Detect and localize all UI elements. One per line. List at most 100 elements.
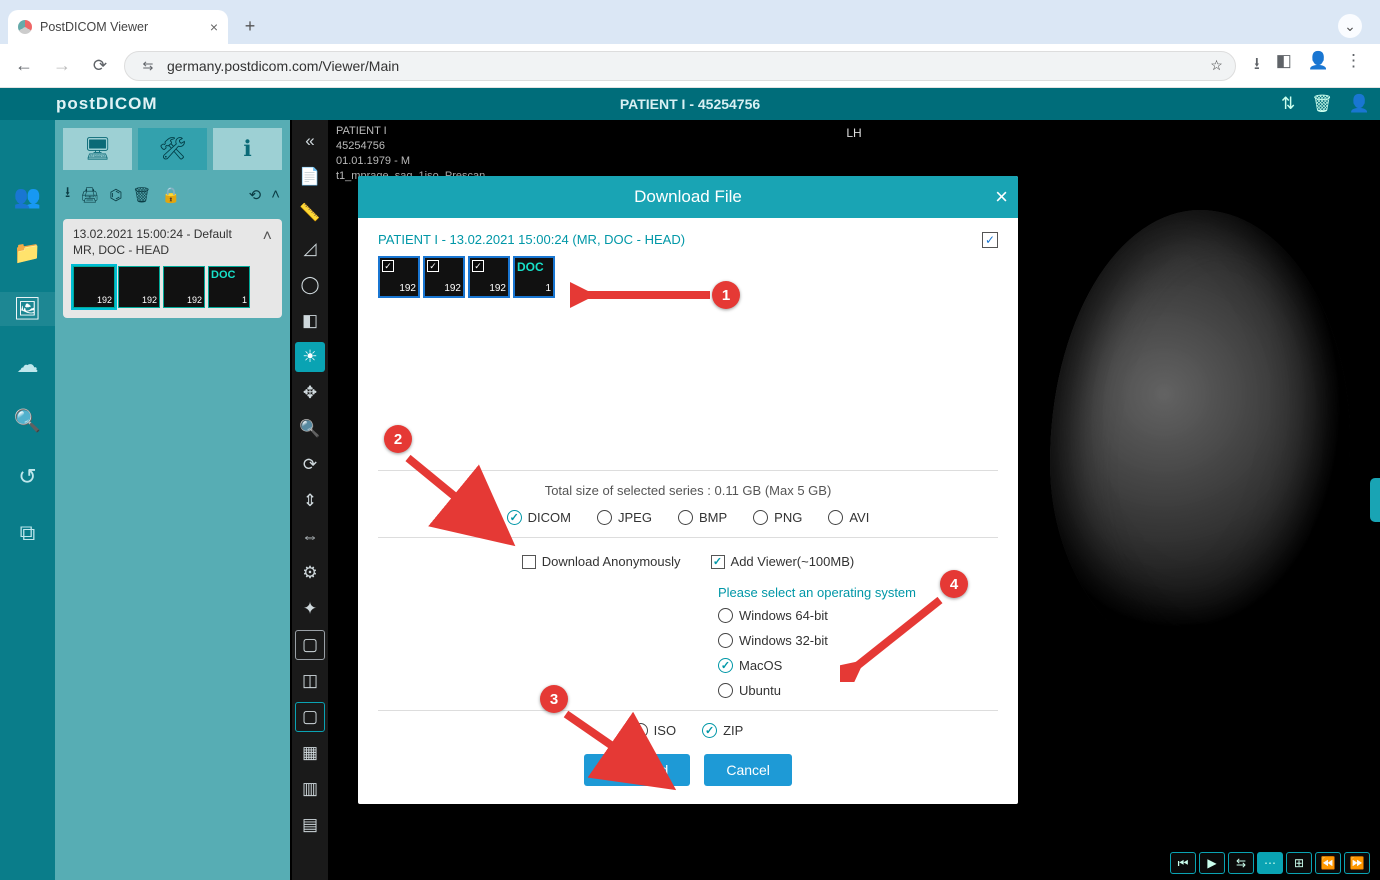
- format-avi[interactable]: AVI: [828, 510, 869, 525]
- series-thumb-4[interactable]: DOC1: [208, 266, 250, 308]
- tool-ellipse-icon[interactable]: ◯: [295, 270, 325, 300]
- format-bmp[interactable]: BMP: [678, 510, 727, 525]
- tool-collapse-icon[interactable]: «: [295, 126, 325, 156]
- series-thumb-2[interactable]: 192: [118, 266, 160, 308]
- browser-address-bar: ← → ⟳ ⇆ germany.postdicom.com/Viewer/Mai…: [0, 44, 1380, 88]
- radio-icon: [718, 658, 733, 673]
- browser-tab-strip: PostDICOM Viewer × + ⌄: [0, 0, 1380, 44]
- layout-cols-icon[interactable]: ▥: [295, 774, 325, 804]
- modal-thumb-3[interactable]: ✓192: [468, 256, 510, 298]
- rail-copy-icon[interactable]: ⧉: [0, 516, 55, 550]
- series-card[interactable]: 13.02.2021 15:00:24 - Default MR, DOC - …: [63, 219, 282, 318]
- series-tab-tools[interactable]: 🛠: [138, 128, 207, 170]
- tab-close-icon[interactable]: ×: [210, 19, 218, 35]
- rail-sync-icon[interactable]: ↺: [0, 460, 55, 494]
- series-tab-viewer[interactable]: 🖥: [63, 128, 132, 170]
- layout-1x2-icon[interactable]: ◫: [295, 666, 325, 696]
- cine-play-icon[interactable]: ▶: [1199, 852, 1225, 874]
- cine-grid-icon[interactable]: ⊞: [1286, 852, 1312, 874]
- downloads-icon[interactable]: ⭳: [1254, 51, 1260, 80]
- cine-more-icon[interactable]: ⋯: [1257, 852, 1283, 874]
- star-icon[interactable]: ☆: [1210, 57, 1223, 74]
- site-info-icon[interactable]: ⇆: [137, 58, 159, 74]
- back-button[interactable]: ←: [10, 55, 38, 76]
- rail-folders-icon[interactable]: 📁: [0, 236, 55, 270]
- add-viewer-checkbox[interactable]: Add Viewer(~100MB): [711, 554, 855, 569]
- annotation-arrow-1: [570, 280, 720, 310]
- delete-icon[interactable]: 🗑: [132, 186, 151, 204]
- tool-eraser-icon[interactable]: ◧: [295, 306, 325, 336]
- tool-brightness-icon[interactable]: ☀: [295, 342, 325, 372]
- cine-next-icon[interactable]: ⏩: [1344, 852, 1370, 874]
- modal-title: Download File: [634, 187, 742, 207]
- divider: [378, 710, 998, 711]
- rail-upload-icon[interactable]: ☁︎: [0, 348, 55, 382]
- checkbox-icon: [711, 555, 725, 569]
- collapse-icon[interactable]: ˄: [271, 186, 280, 203]
- layout-rows-icon[interactable]: ▤: [295, 810, 325, 840]
- cine-prev-icon[interactable]: ⏪: [1315, 852, 1341, 874]
- layout-grid-icon[interactable]: ▦: [295, 738, 325, 768]
- tool-flipv-icon[interactable]: ⇕: [295, 486, 325, 516]
- chevron-up-icon[interactable]: ˄: [263, 227, 272, 248]
- sort-icon[interactable]: ⇅: [1281, 94, 1295, 114]
- url-text: germany.postdicom.com/Viewer/Main: [167, 58, 399, 74]
- app-bar: postDICOM PATIENT I - 45254756 ⇅ 🗑 👤: [0, 88, 1380, 120]
- print-icon[interactable]: 🖨: [80, 186, 99, 204]
- rail-patients-icon[interactable]: 👥: [0, 180, 55, 214]
- archive-radio-group: ISO ZIP: [378, 723, 998, 738]
- user-icon[interactable]: 👤: [1349, 94, 1370, 114]
- modal-thumb-4[interactable]: DOC1: [513, 256, 555, 298]
- check-icon: ✓: [382, 260, 394, 272]
- select-all-checkbox[interactable]: ✓: [982, 232, 998, 248]
- tool-fliph-icon[interactable]: ⇔: [295, 522, 325, 552]
- window-minimize-button[interactable]: ⌄: [1338, 14, 1362, 38]
- tool-settings-icon[interactable]: ⚙: [295, 558, 325, 588]
- trash-icon[interactable]: 🗑: [1311, 94, 1333, 114]
- modal-thumb-1[interactable]: ✓192: [378, 256, 420, 298]
- layout-custom-icon[interactable]: ▢: [295, 702, 325, 732]
- download-icon[interactable]: ⭳: [65, 182, 70, 207]
- format-png[interactable]: PNG: [753, 510, 802, 525]
- cancel-button[interactable]: Cancel: [704, 754, 792, 786]
- rail-images-icon[interactable]: 🖼: [0, 292, 55, 326]
- tool-zoom-icon[interactable]: 🔍: [295, 414, 325, 444]
- modal-thumb-2[interactable]: ✓192: [423, 256, 465, 298]
- format-jpeg[interactable]: JPEG: [597, 510, 652, 525]
- layout-1x1-icon[interactable]: ▢: [295, 630, 325, 660]
- tool-rotate-icon[interactable]: ⟳: [295, 450, 325, 480]
- lock-icon[interactable]: 🔒: [161, 186, 180, 204]
- series-thumb-3[interactable]: 192: [163, 266, 205, 308]
- series-thumb-1[interactable]: 192: [73, 266, 115, 308]
- new-tab-button[interactable]: +: [236, 12, 264, 40]
- reset-icon[interactable]: ⟲: [249, 186, 262, 204]
- cine-first-icon[interactable]: ⏮: [1170, 852, 1196, 874]
- archive-zip[interactable]: ZIP: [702, 723, 743, 738]
- url-field[interactable]: ⇆ germany.postdicom.com/Viewer/Main ☆: [124, 51, 1236, 81]
- reload-button[interactable]: ⟳: [86, 56, 114, 76]
- browser-tab[interactable]: PostDICOM Viewer ×: [8, 10, 228, 44]
- check-icon: ✓: [472, 260, 484, 272]
- os-ubuntu[interactable]: Ubuntu: [718, 683, 998, 698]
- forward-button[interactable]: →: [48, 55, 76, 76]
- modal-close-icon[interactable]: ×: [995, 184, 1008, 210]
- tool-report-icon[interactable]: 📄: [295, 162, 325, 192]
- splitter-handle[interactable]: [1370, 478, 1380, 522]
- tab-title: PostDICOM Viewer: [40, 20, 148, 34]
- left-rail: 👥 📁 🖼 ☁︎ 🔍 ↺ ⧉: [0, 120, 55, 880]
- tool-angle-icon[interactable]: ◿: [295, 234, 325, 264]
- series-toolbar: ⭳ 🖨 ⌬ 🗑 🔒 ⟲ ˄: [63, 176, 282, 213]
- kebab-menu-icon[interactable]: ⋮: [1345, 51, 1362, 80]
- panel-icon[interactable]: ◧: [1276, 51, 1292, 80]
- profile-icon[interactable]: 👤: [1308, 51, 1329, 80]
- cine-loop-icon[interactable]: ⇆: [1228, 852, 1254, 874]
- share-icon[interactable]: ⌬: [109, 186, 122, 204]
- tool-preset-icon[interactable]: ✦: [295, 594, 325, 624]
- study-label: PATIENT I - 13.02.2021 15:00:24 (MR, DOC…: [378, 232, 972, 247]
- series-tab-info[interactable]: ℹ: [213, 128, 282, 170]
- brand-name: postDICOM: [56, 94, 158, 114]
- download-anonymously-checkbox[interactable]: Download Anonymously: [522, 554, 681, 569]
- tool-ruler-icon[interactable]: 📏: [295, 198, 325, 228]
- tool-pan-icon[interactable]: ✥: [295, 378, 325, 408]
- rail-worklist-icon[interactable]: 🔍: [0, 404, 55, 438]
